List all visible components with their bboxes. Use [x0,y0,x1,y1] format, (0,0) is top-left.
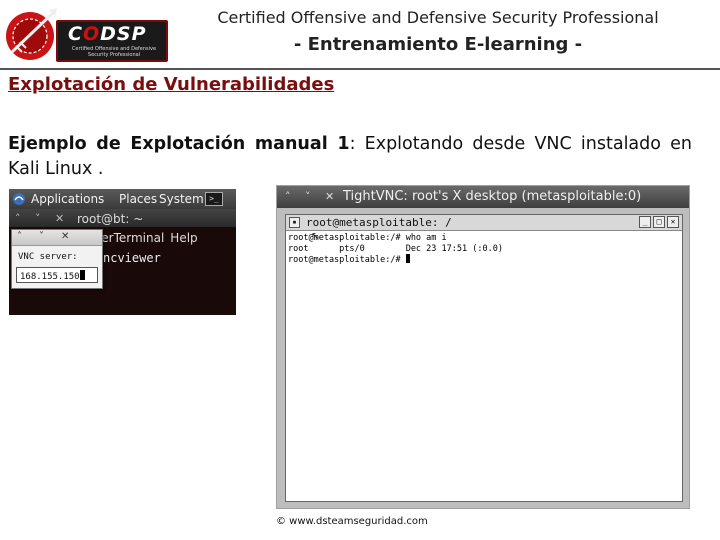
tightvnc-title: TightVNC: root's X desktop (metasploitab… [343,189,642,204]
chevron-up-icon[interactable]: ˄ [285,190,291,203]
close-icon[interactable]: ✕ [55,212,64,225]
xterm-output: root@metasploitable:/# who am i root pts/… [288,233,680,266]
tightvnc-window: ˄ ˅ ✕ TightVNC: root's X desktop (metasp… [276,185,690,509]
window-menu-icon[interactable]: ▪ [289,217,300,228]
terminal-cursor [405,254,410,263]
terminal-launcher-icon[interactable]: >_ [205,192,223,206]
tightvnc-titlebar: ˄ ˅ ✕ TightVNC: root's X desktop (metasp… [277,186,689,208]
vnc-server-label: VNC server: [18,252,78,262]
logo-subtitle: Certified Offensive and Defensive Securi… [71,46,157,58]
logo-badge: CODSP Certified Offensive and Defensive … [56,20,168,62]
vnc-server-value: 168.155.150 [20,272,80,282]
close-icon[interactable]: ✕ [667,216,679,228]
vnc-server-dialog: ˄ ˅ ✕ VNC server: 168.155.150 [11,229,103,289]
close-icon[interactable]: ✕ [325,190,334,203]
remote-desktop[interactable]: ▪ root@metasploitable: / _ □ ✕ root@meta… [277,208,689,508]
chevron-up-icon[interactable]: ˄ [15,212,21,225]
chevron-down-icon[interactable]: ˅ [35,212,41,225]
example-label: Ejemplo de Explotación manual 1 [8,134,350,154]
header-title: Certified Offensive and Defensive Securi… [217,8,659,27]
kali-panel: Applications Places System >_ [9,189,236,209]
header-divider [0,68,720,70]
terminal-prompt: root@metasploitable:/# [288,255,406,265]
terminal-line: root@metasploitable:/# [288,254,680,266]
dialog-titlebar: ˄ ˅ ✕ [12,230,102,246]
maximize-icon[interactable]: □ [653,216,665,228]
xterm-window[interactable]: ▪ root@metasploitable: / _ □ ✕ root@meta… [285,214,683,502]
menu-applications[interactable]: Applications [31,192,104,206]
menu-places[interactable]: Places [119,192,157,206]
terminal-command: ncviewer [103,251,161,265]
logo-wordmark: CODSP [68,23,147,45]
vnc-server-input[interactable]: 168.155.150 [16,267,98,283]
kali-window-title: root@bt: ~ [77,212,144,226]
menu-help[interactable]: Help [170,231,197,245]
codsp-logo: CODSP Certified Offensive and Defensive … [2,2,172,66]
xterm-titlebar: ▪ root@metasploitable: / _ □ ✕ [286,215,682,231]
minimize-icon[interactable]: _ [639,216,651,228]
xterm-title: root@metasploitable: / [306,216,452,229]
terminal-line: root pts/0 Dec 23 17:51 (:0.0) [288,243,503,254]
body-paragraph: Ejemplo de Explotación manual 1: Explota… [8,132,692,182]
copyright-footer: © www.dsteamseguridad.com [276,516,428,527]
chevron-down-icon[interactable]: ˅ [39,231,44,242]
section-title: Explotación de Vulnerabilidades [8,74,335,95]
chevron-down-icon[interactable]: ˅ [305,190,311,203]
chevron-up-icon[interactable]: ˄ [17,231,22,242]
text-caret [79,270,85,280]
page-header: CODSP Certified Offensive and Defensive … [0,0,720,68]
terminal-line: root@metasploitable:/# who am i [288,233,447,243]
kali-menu-icon [13,193,25,205]
menu-terminal[interactable]: Terminal [114,231,165,245]
menu-system[interactable]: System [159,192,204,206]
kali-window-titlebar: ˄ ˅ ✕ root@bt: ~ [9,209,236,227]
close-icon[interactable]: ✕ [61,231,69,242]
header-subtitle: - Entrenamiento E-learning - [293,34,583,55]
kali-terminal-menu: serTerminal Help [95,231,204,245]
mouse-pointer-icon: ↖ [311,231,320,242]
